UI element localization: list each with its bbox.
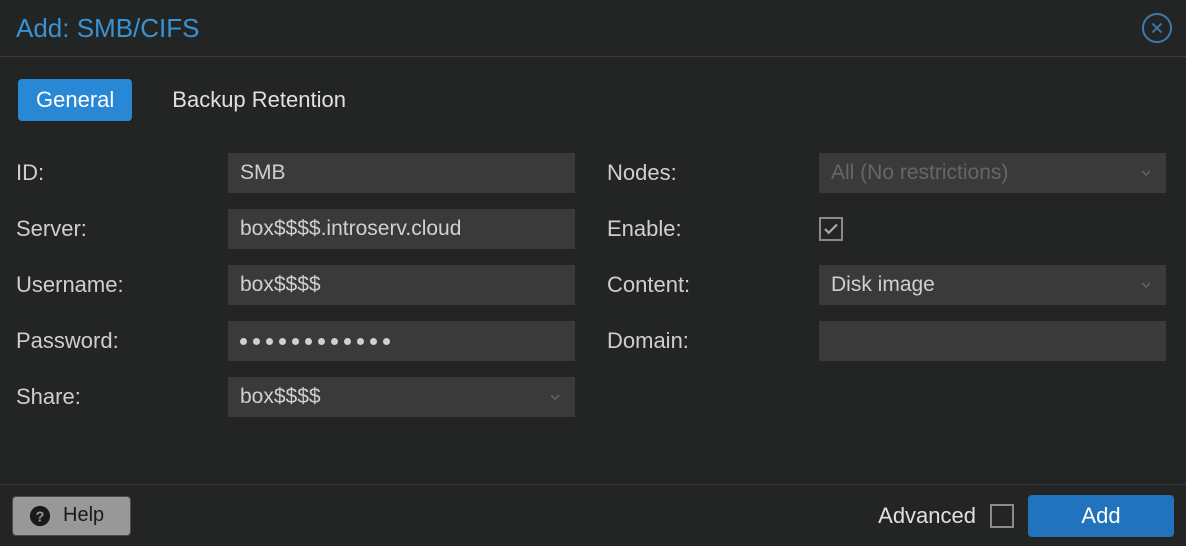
password-label: Password: — [16, 328, 228, 354]
enable-label: Enable: — [607, 216, 819, 242]
nodes-value: All (No restrictions) — [831, 161, 1008, 185]
chevron-down-icon — [1138, 165, 1154, 181]
chevron-down-icon — [1138, 277, 1154, 293]
share-label: Share: — [16, 384, 228, 410]
content-select[interactable]: Disk image — [819, 265, 1166, 305]
dialog-title: Add: SMB/CIFS — [16, 13, 200, 44]
close-icon — [1148, 19, 1166, 37]
id-input[interactable] — [228, 153, 575, 193]
id-label: ID: — [16, 160, 228, 186]
help-icon: ? — [29, 505, 51, 527]
advanced-checkbox[interactable] — [990, 504, 1014, 528]
server-input[interactable] — [228, 209, 575, 249]
enable-checkbox[interactable] — [819, 217, 843, 241]
add-button[interactable]: Add — [1028, 495, 1174, 537]
svg-text:?: ? — [36, 509, 45, 525]
tab-general[interactable]: General — [18, 79, 132, 121]
server-label: Server: — [16, 216, 228, 242]
check-icon — [822, 220, 840, 238]
advanced-label: Advanced — [878, 503, 976, 529]
domain-label: Domain: — [607, 328, 819, 354]
help-button[interactable]: ? Help — [12, 496, 131, 536]
nodes-select[interactable]: All (No restrictions) — [819, 153, 1166, 193]
help-label: Help — [63, 504, 104, 527]
content-label: Content: — [607, 272, 819, 298]
close-button[interactable] — [1142, 13, 1172, 43]
password-input[interactable] — [228, 321, 575, 361]
username-input[interactable] — [228, 265, 575, 305]
chevron-down-icon — [547, 389, 563, 405]
nodes-label: Nodes: — [607, 160, 819, 186]
username-label: Username: — [16, 272, 228, 298]
domain-input[interactable] — [819, 321, 1166, 361]
tab-backup-retention[interactable]: Backup Retention — [154, 79, 364, 121]
content-value: Disk image — [831, 273, 935, 297]
share-select[interactable]: box$$$$ — [228, 377, 575, 417]
share-value: box$$$$ — [240, 385, 321, 409]
